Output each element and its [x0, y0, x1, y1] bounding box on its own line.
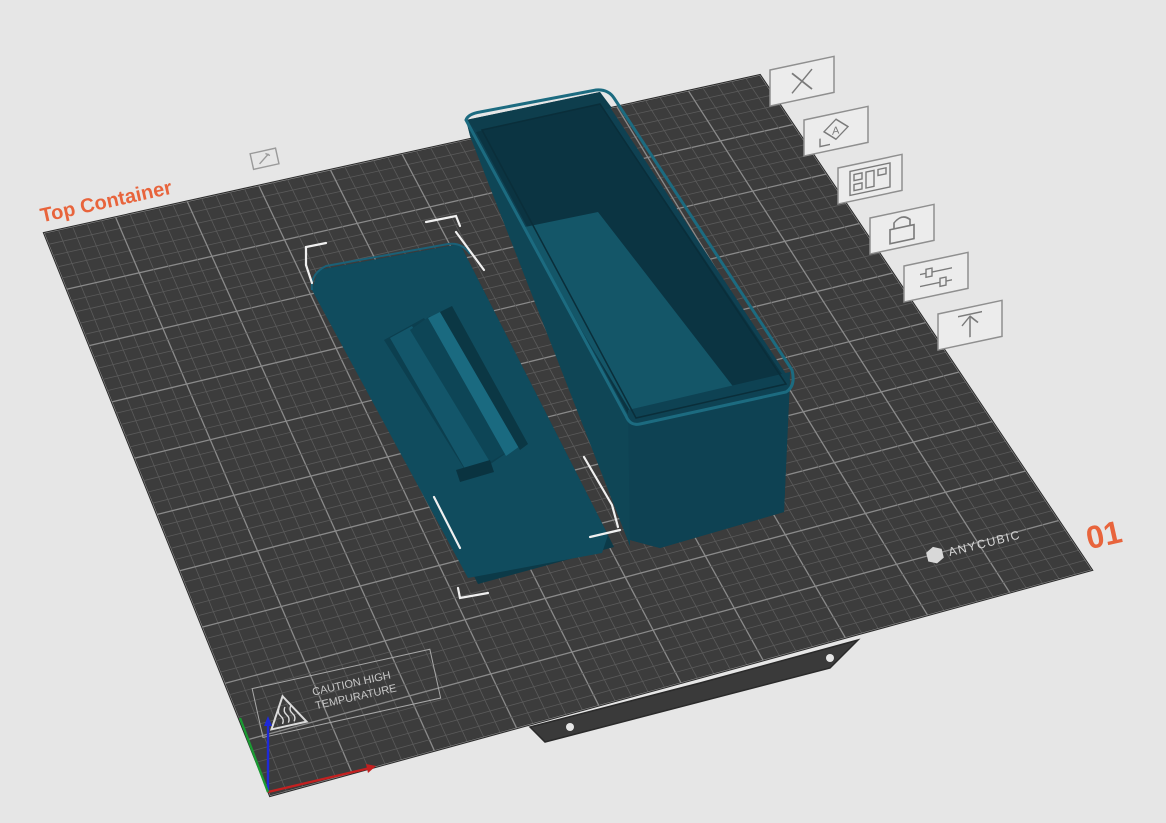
3d-viewport[interactable]: Top Container 01 ANYCUBIC CAUTION HIGH T… — [0, 0, 1166, 823]
plate-number: 01 — [1083, 513, 1126, 556]
delete-plate-button[interactable] — [769, 55, 835, 107]
plate-hole — [826, 654, 834, 662]
edit-name-icon[interactable] — [249, 147, 280, 171]
arrange-button[interactable] — [837, 153, 903, 205]
auto-orient-button[interactable]: A — [803, 105, 869, 157]
lock-plate-button[interactable] — [869, 203, 935, 255]
move-plate-to-top-button[interactable] — [937, 299, 1003, 351]
plate-settings-button[interactable] — [903, 251, 969, 303]
svg-text:A: A — [832, 124, 840, 138]
plate-hole — [566, 723, 574, 731]
